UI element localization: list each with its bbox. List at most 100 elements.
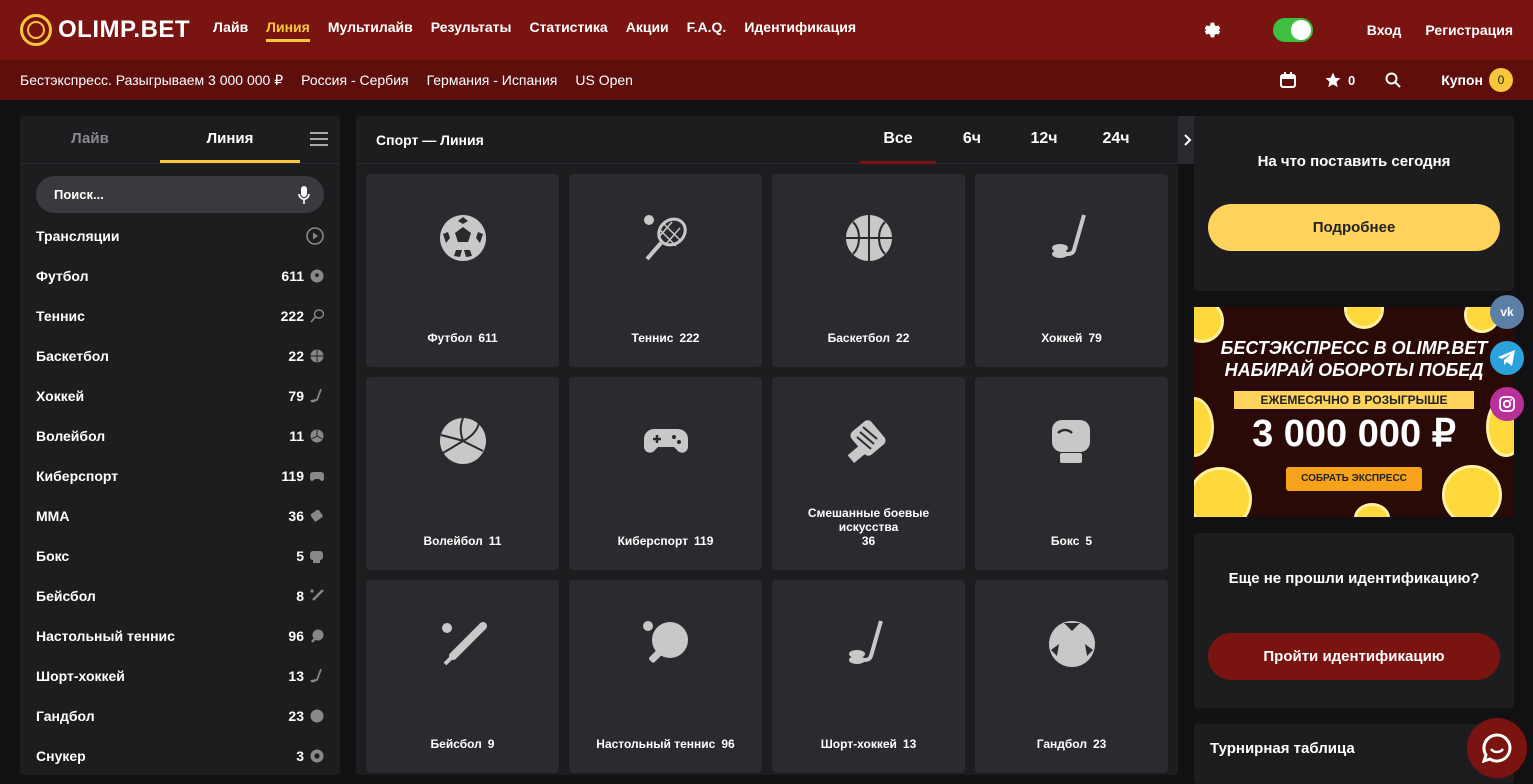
telegram-icon[interactable]: [1490, 341, 1524, 375]
sport-tile-boxing[interactable]: Бокс 5: [975, 377, 1168, 570]
sidebar-item-count: 3: [296, 748, 304, 764]
promo-link-us-open[interactable]: US Open: [575, 72, 633, 89]
volleyball-icon: [439, 417, 486, 464]
tile-label: Настольный теннис: [596, 737, 716, 751]
football-icon: [310, 269, 324, 283]
menu-icon[interactable]: [310, 132, 328, 146]
moon-icon: [1252, 22, 1261, 38]
hockey-icon: [1051, 214, 1086, 258]
sidebar-item-table-tennis[interactable]: Настольный теннис 96: [20, 616, 340, 656]
instagram-icon[interactable]: [1490, 387, 1524, 421]
tab-filter-24h[interactable]: 24ч: [1080, 116, 1152, 164]
vk-icon[interactable]: vk: [1490, 295, 1524, 329]
sport-tile-mma[interactable]: Смешанные боевые искусства 36: [772, 377, 965, 570]
star-icon[interactable]: [1324, 71, 1342, 89]
lemon-decoration: [1354, 503, 1390, 517]
sidebar-item-label: MMA: [36, 508, 70, 524]
sidebar-item-count: 22: [288, 348, 304, 364]
sidebar-tab-line[interactable]: Линия: [160, 116, 300, 163]
nav-multilive[interactable]: Мультилайв: [328, 19, 413, 42]
tab-filter-12h[interactable]: 12ч: [1008, 116, 1080, 164]
sidebar-item-basketball[interactable]: Баскетбол 22: [20, 336, 340, 376]
sidebar-item-mma[interactable]: MMA 36: [20, 496, 340, 536]
sport-tile-esports[interactable]: Киберспорт 119: [569, 377, 762, 570]
basketball-icon: [310, 349, 324, 363]
sidebar-item-esports[interactable]: Киберспорт 119: [20, 456, 340, 496]
sport-tile-basketball[interactable]: Баскетбол 22: [772, 174, 965, 367]
tile-count: 11: [488, 534, 502, 548]
search-input[interactable]: [54, 187, 298, 202]
logo-emblem-icon: [20, 14, 52, 46]
nav-faq[interactable]: F.A.Q.: [687, 19, 727, 42]
banner-title-line2: НАБИРАЙ ОБОРОТЫ ПОБЕД: [1224, 360, 1484, 380]
promo-link-bestexpress[interactable]: Бестэкспресс. Разыгрываем 3 000 000 ₽: [20, 72, 283, 89]
time-filter-tabs: Все 6ч 12ч 24ч: [860, 116, 1178, 164]
nav-identification[interactable]: Идентификация: [744, 19, 856, 42]
microphone-icon[interactable]: [298, 185, 310, 204]
sport-tile-hockey[interactable]: Хоккей 79: [975, 174, 1168, 367]
gear-icon[interactable]: [1201, 19, 1223, 41]
login-link[interactable]: Вход: [1367, 22, 1402, 38]
sport-tile-handball[interactable]: Гандбол 23: [975, 580, 1168, 773]
sport-tile-volleyball[interactable]: Волейбол 11: [366, 377, 559, 570]
sidebar-item-count: 119: [281, 468, 304, 484]
sidebar-item-label: Волейбол: [36, 428, 106, 444]
sidebar-item-boxing[interactable]: Бокс 5: [20, 536, 340, 576]
tile-count: 13: [902, 737, 917, 751]
calendar-icon[interactable]: [1279, 72, 1296, 88]
more-button[interactable]: Подробнее: [1208, 204, 1500, 251]
basketball-icon: [845, 215, 892, 261]
search-icon[interactable]: [1385, 72, 1401, 88]
sidebar-item-broadcasts[interactable]: Трансляции: [20, 216, 340, 256]
nav-line[interactable]: Линия: [266, 19, 310, 42]
football-icon: [439, 215, 486, 261]
sport-tile-tennis[interactable]: Теннис 222: [569, 174, 762, 367]
sport-tile-baseball[interactable]: Бейсбол 9: [366, 580, 559, 773]
theme-toggle[interactable]: [1272, 18, 1313, 42]
sidebar-item-handball[interactable]: Гандбол 23: [20, 696, 340, 736]
banner-collect-button[interactable]: СОБРАТЬ ЭКСПРЕСС: [1286, 467, 1422, 491]
nav-results[interactable]: Результаты: [431, 19, 512, 42]
promo-link-russia-serbia[interactable]: Россия - Сербия: [301, 72, 408, 89]
table-tennis-icon: [311, 629, 324, 643]
sidebar-item-label: Гандбол: [36, 708, 95, 724]
sidebar-item-volleyball[interactable]: Волейбол 11: [20, 416, 340, 456]
tile-label: Бокс: [1050, 534, 1080, 548]
sidebar-item-football[interactable]: Футбол 611: [20, 256, 340, 296]
coupon-label[interactable]: Купон: [1441, 72, 1483, 88]
sidebar-tab-live[interactable]: Лайв: [20, 116, 160, 163]
promo-link-germany-spain[interactable]: Германия - Испания: [427, 72, 558, 89]
top-bar: OLIMP.BET Лайв Линия Мультилайв Результа…: [0, 0, 1533, 60]
hockey-icon: [848, 620, 883, 664]
sidebar-item-count: 11: [289, 428, 304, 444]
handball-icon: [310, 709, 324, 723]
tile-label: Шорт-хоккей: [820, 737, 897, 751]
snooker-icon: [310, 749, 324, 763]
tournament-card: Турнирная таблица: [1194, 724, 1514, 784]
identification-button[interactable]: Пройти идентификацию: [1208, 633, 1500, 680]
tile-label: Футбол: [427, 331, 473, 345]
chat-button[interactable]: [1467, 718, 1527, 778]
sport-search: [36, 176, 324, 213]
nav-promotions[interactable]: Акции: [626, 19, 669, 42]
sidebar-item-hockey[interactable]: Хоккей 79: [20, 376, 340, 416]
sidebar-item-baseball[interactable]: Бейсбол 8: [20, 576, 340, 616]
sidebar-item-count: 13: [288, 668, 304, 684]
bestexpress-banner[interactable]: БЕСТЭКСПРЕСС В OLIMP.BET НАБИРАЙ ОБОРОТЫ …: [1194, 307, 1514, 517]
logo[interactable]: OLIMP.BET: [20, 14, 195, 46]
lemon-decoration: [1194, 467, 1252, 517]
tab-filter-6h[interactable]: 6ч: [936, 116, 1008, 164]
bet-today-title: На что поставить сегодня: [1257, 153, 1451, 170]
sidebar-item-short-hockey[interactable]: Шорт-хоккей 13: [20, 656, 340, 696]
sport-tile-football[interactable]: Футбол 611: [366, 174, 559, 367]
nav-statistics[interactable]: Статистика: [529, 19, 607, 42]
sport-tile-table-tennis[interactable]: Настольный теннис 96: [569, 580, 762, 773]
sidebar-item-snooker[interactable]: Снукер 3: [20, 736, 340, 776]
register-link[interactable]: Регистрация: [1425, 22, 1513, 38]
sport-tiles: Футбол 611 Теннис 222 Баскетбол 22 Хоккей 79…: [366, 174, 1168, 773]
nav-live[interactable]: Лайв: [213, 19, 248, 42]
tab-filter-all[interactable]: Все: [860, 116, 936, 164]
sidebar-item-tennis[interactable]: Теннис 222: [20, 296, 340, 336]
boxing-icon: [1051, 420, 1090, 463]
sport-tile-short-hockey[interactable]: Шорт-хоккей 13: [772, 580, 965, 773]
